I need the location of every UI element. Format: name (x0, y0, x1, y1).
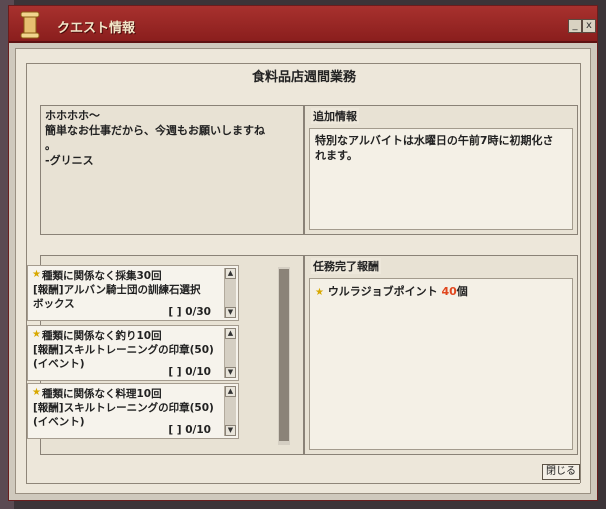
completion-reward-panel: 任務完了報酬 ★ ウルラジョブポイント 40個 (304, 255, 578, 455)
scroll-icon (20, 11, 40, 39)
right-ornament-line (580, 63, 581, 483)
scroll-up-icon[interactable]: ▲ (225, 328, 236, 339)
title-bar[interactable]: クエスト情報 _ x (9, 6, 597, 43)
completion-reward-box: ★ ウルラジョブポイント 40個 (309, 278, 573, 450)
minimize-button[interactable]: _ (568, 19, 582, 33)
task-item[interactable]: ★ 種類に関係なく料理10回 [報酬]スキルトレーニングの印章(50) (イベン… (27, 383, 239, 439)
quest-content-area: 食料品店週間業務 ホホホホ〜 簡単なお仕事だから、今週もお願いしますね 。 -グ… (15, 48, 591, 494)
additional-info-label: 追加情報 (311, 108, 359, 124)
task-scrollbar[interactable]: ▲ ▼ (224, 268, 236, 318)
star-icon: ★ (315, 287, 324, 298)
task-name: 種類に関係なく料理10回 (42, 388, 162, 400)
task-progress: [ ] 0/30 (168, 306, 211, 318)
scroll-down-icon[interactable]: ▼ (225, 307, 236, 318)
task-item[interactable]: ★ 種類に関係なく採集30回 [報酬]アルバン騎士団の訓練石選択 ボックス [ … (27, 265, 239, 321)
scroll-down-icon[interactable]: ▼ (225, 425, 236, 436)
reward-unit: 個 (456, 285, 468, 298)
scrollbar-thumb[interactable] (279, 269, 289, 441)
reward-name: ウルラジョブポイント (327, 285, 438, 298)
close-button[interactable]: 閉じる (542, 464, 580, 480)
task-name: 種類に関係なく採集30回 (42, 270, 162, 282)
star-icon: ★ (32, 387, 41, 398)
task-name: 種類に関係なく釣り10回 (42, 330, 162, 342)
task-list-scrollbar[interactable] (278, 267, 290, 445)
scroll-up-icon[interactable]: ▲ (225, 268, 236, 279)
star-icon: ★ (32, 329, 41, 340)
additional-info-text: 特別なアルバイトは水曜日の午前7時に初期化さ れます。 (315, 134, 554, 162)
scroll-up-icon[interactable]: ▲ (225, 386, 236, 397)
additional-info-box: 特別なアルバイトは水曜日の午前7時に初期化さ れます。 (309, 128, 573, 230)
window-title: クエスト情報 (57, 21, 136, 36)
top-ornament-line (26, 63, 580, 64)
quest-description: ホホホホ〜 簡単なお仕事だから、今週もお願いしますね 。 -グリニス (45, 109, 265, 167)
quest-info-window: クエスト情報 _ x 食料品店週間業務 ホホホホ〜 簡単なお仕事だから、今週もお… (8, 5, 598, 501)
quest-title: 食料品店週間業務 (251, 70, 356, 85)
completion-reward-label: 任務完了報酬 (311, 258, 381, 274)
description-panel: ホホホホ〜 簡単なお仕事だから、今週もお願いしますね 。 -グリニス (40, 105, 304, 235)
star-icon: ★ (32, 269, 41, 280)
task-scrollbar[interactable]: ▲ ▼ (224, 386, 236, 436)
additional-info-panel: 追加情報 特別なアルバイトは水曜日の午前7時に初期化さ れます。 (304, 105, 578, 235)
reward-amount: 40 (441, 285, 457, 298)
scroll-down-icon[interactable]: ▼ (225, 367, 236, 378)
bottom-ornament-line (26, 483, 580, 484)
task-progress: [ ] 0/10 (168, 424, 211, 436)
close-icon[interactable]: x (582, 19, 596, 33)
task-progress: [ ] 0/10 (168, 366, 211, 378)
task-scrollbar[interactable]: ▲ ▼ (224, 328, 236, 378)
reward-line: ★ ウルラジョブポイント 40個 (315, 283, 468, 299)
task-list[interactable]: ★ 種類に関係なく採集30回 [報酬]アルバン騎士団の訓練石選択 ボックス [ … (27, 265, 277, 445)
task-item[interactable]: ★ 種類に関係なく釣り10回 [報酬]スキルトレーニングの印章(50) (イベン… (27, 325, 239, 381)
